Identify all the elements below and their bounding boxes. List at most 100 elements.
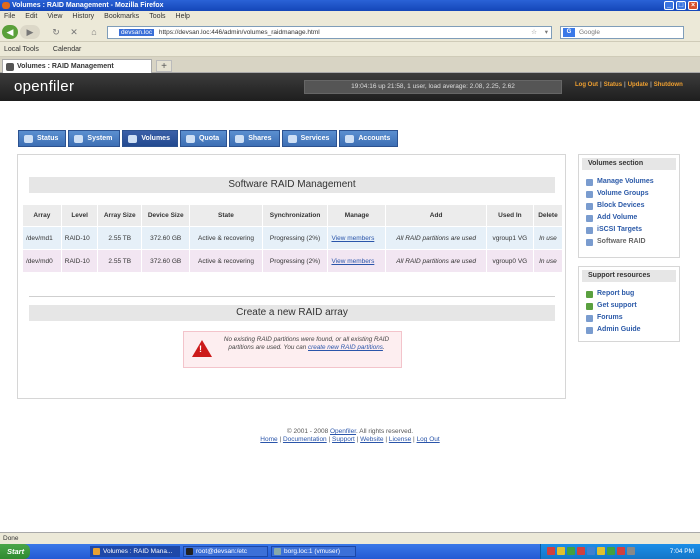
sidebar-item-admin-guide[interactable]: Admin Guide xyxy=(586,324,679,336)
tray-icon[interactable] xyxy=(597,547,605,555)
close-button[interactable]: × xyxy=(688,1,698,10)
taskbar-item-firefox[interactable]: Volumes : RAID Mana... xyxy=(90,546,180,557)
status-link[interactable]: Status xyxy=(604,82,622,88)
menu-bookmarks[interactable]: Bookmarks xyxy=(104,11,139,22)
home-icon[interactable]: ⌂ xyxy=(88,25,100,39)
footer-link-logout[interactable]: Log Out xyxy=(417,436,440,443)
sidebar-item-iscsi-targets[interactable]: iSCSI Targets xyxy=(586,224,679,236)
col-array-size: Array Size xyxy=(97,204,143,227)
bookmark-calendar[interactable]: Calendar xyxy=(53,42,81,56)
sidebar-item-software-raid[interactable]: Software RAID xyxy=(586,236,679,248)
back-icon[interactable]: ◀ xyxy=(2,25,18,39)
new-tab-button[interactable]: + xyxy=(156,60,172,72)
sidebar-item-report-bug[interactable]: Report bug xyxy=(586,288,679,300)
menu-edit[interactable]: Edit xyxy=(25,11,37,22)
tab-accounts[interactable]: Accounts xyxy=(339,130,399,147)
footer-link-website[interactable]: Website xyxy=(360,436,383,443)
col-delete: Delete xyxy=(532,204,564,227)
url-bar[interactable]: devsan.loc https://devsan.loc:446/admin/… xyxy=(107,26,552,39)
taskbar-item-terminal[interactable]: root@devsan:/etc xyxy=(183,546,268,557)
tray-icon[interactable] xyxy=(547,547,555,555)
tray-icon[interactable] xyxy=(627,547,635,555)
sidebar-item-get-support[interactable]: Get support xyxy=(586,300,679,312)
quota-icon xyxy=(185,134,195,143)
tray-icon[interactable] xyxy=(577,547,585,555)
cell-sync: Progressing (2%) xyxy=(261,249,329,273)
sidebar-item-add-volume[interactable]: Add Volume xyxy=(586,212,679,224)
search-engine-icon[interactable]: G xyxy=(563,28,575,37)
browser-tab-active[interactable]: Volumes : RAID Management xyxy=(2,59,152,73)
sidebar-item-forums[interactable]: Forums xyxy=(586,312,679,324)
iscsi-icon xyxy=(586,226,593,234)
accounts-icon xyxy=(345,134,355,143)
menu-history[interactable]: History xyxy=(72,11,94,22)
create-raid-partitions-link[interactable]: create new RAID partitions xyxy=(308,344,383,351)
maximize-button[interactable]: □ xyxy=(676,1,686,10)
footer-link-support[interactable]: Support xyxy=(332,436,355,443)
col-used-in: Used In xyxy=(485,204,534,227)
main-content: Software RAID Management Array Level Arr… xyxy=(17,154,566,399)
tab-shares[interactable]: Shares xyxy=(229,130,280,147)
tab-volumes[interactable]: Volumes xyxy=(122,130,178,147)
menu-bar: File Edit View History Bookmarks Tools H… xyxy=(0,11,700,22)
view-members-link[interactable]: View members xyxy=(331,258,374,265)
col-add: Add xyxy=(385,204,487,227)
openfiler-nav-tabs: Status System Volumes Quota Shares Servi… xyxy=(18,130,399,147)
table-row: /dev/md1 RAID-10 2.55 TB 372.60 GB Activ… xyxy=(22,226,564,250)
tab-system[interactable]: System xyxy=(68,130,121,147)
vnc-icon xyxy=(274,548,281,555)
cell-used-in: vgroup1 VG xyxy=(485,226,534,250)
forward-icon[interactable]: ▶ xyxy=(20,25,40,39)
guide-icon xyxy=(586,326,593,334)
cell-level: RAID-10 xyxy=(60,226,99,250)
site-identity-badge[interactable]: devsan.loc xyxy=(119,29,155,36)
taskbar-item-vnc[interactable]: borg.loc:1 (vmuser) xyxy=(271,546,356,557)
menu-view[interactable]: View xyxy=(47,11,62,22)
sidebar-item-volume-groups[interactable]: Volume Groups xyxy=(586,188,679,200)
tab-quota[interactable]: Quota xyxy=(179,130,228,147)
search-box[interactable]: G Google xyxy=(560,26,684,39)
tray-icon[interactable] xyxy=(617,547,625,555)
footer-link-license[interactable]: License xyxy=(389,436,411,443)
start-button[interactable]: Start xyxy=(0,544,30,559)
tray-icon[interactable] xyxy=(587,547,595,555)
support-resources-title: Support resources xyxy=(582,270,676,282)
cell-add: All RAID partitions are used xyxy=(385,249,487,273)
menu-file[interactable]: File xyxy=(4,11,15,22)
raid-table: Array Level Array Size Device Size State… xyxy=(22,204,564,273)
support-resources-box: Support resources Report bug Get support… xyxy=(578,266,680,342)
menu-tools[interactable]: Tools xyxy=(149,11,165,22)
header-links: Log Out | Status | Update | Shutdown xyxy=(575,82,683,88)
shutdown-link[interactable]: Shutdown xyxy=(654,82,683,88)
volume-icon xyxy=(586,178,593,186)
cell-sync: Progressing (2%) xyxy=(261,226,329,250)
openfiler-link[interactable]: Openfiler xyxy=(330,428,356,435)
tab-services[interactable]: Services xyxy=(281,130,338,147)
bookmark-star-icon[interactable]: ☆ xyxy=(531,27,537,38)
tray-icon[interactable] xyxy=(607,547,615,555)
footer-link-documentation[interactable]: Documentation xyxy=(283,436,327,443)
minimize-button[interactable]: _ xyxy=(664,1,674,10)
stop-icon[interactable]: ✕ xyxy=(68,25,80,39)
tray-icon[interactable] xyxy=(567,547,575,555)
view-members-link[interactable]: View members xyxy=(331,235,374,242)
update-link[interactable]: Update xyxy=(628,82,648,88)
bookmark-local-tools[interactable]: Local Tools xyxy=(4,42,39,56)
system-status: 19:04:16 up 21:58, 1 user, load average:… xyxy=(304,80,562,94)
volumes-icon xyxy=(128,134,138,143)
cell-used-in: vgroup0 VG xyxy=(485,249,534,273)
tab-bar: Volumes : RAID Management + xyxy=(0,57,700,73)
url-dropdown-icon[interactable]: ▾ xyxy=(545,27,548,38)
logout-link[interactable]: Log Out xyxy=(575,82,598,88)
menu-help[interactable]: Help xyxy=(176,11,190,22)
tab-title: Volumes : RAID Management xyxy=(17,63,114,70)
browser-status-bar: Done xyxy=(0,532,700,544)
openfiler-header: openfiler 19:04:16 up 21:58, 1 user, loa… xyxy=(0,73,700,101)
tray-icon[interactable] xyxy=(557,547,565,555)
create-raid-title: Create a new RAID array xyxy=(29,305,555,321)
sidebar-item-block-devices[interactable]: Block Devices xyxy=(586,200,679,212)
footer-link-home[interactable]: Home xyxy=(260,436,277,443)
sidebar-item-manage-volumes[interactable]: Manage Volumes xyxy=(586,176,679,188)
tab-status[interactable]: Status xyxy=(18,130,67,147)
reload-icon[interactable]: ↻ xyxy=(50,25,62,39)
